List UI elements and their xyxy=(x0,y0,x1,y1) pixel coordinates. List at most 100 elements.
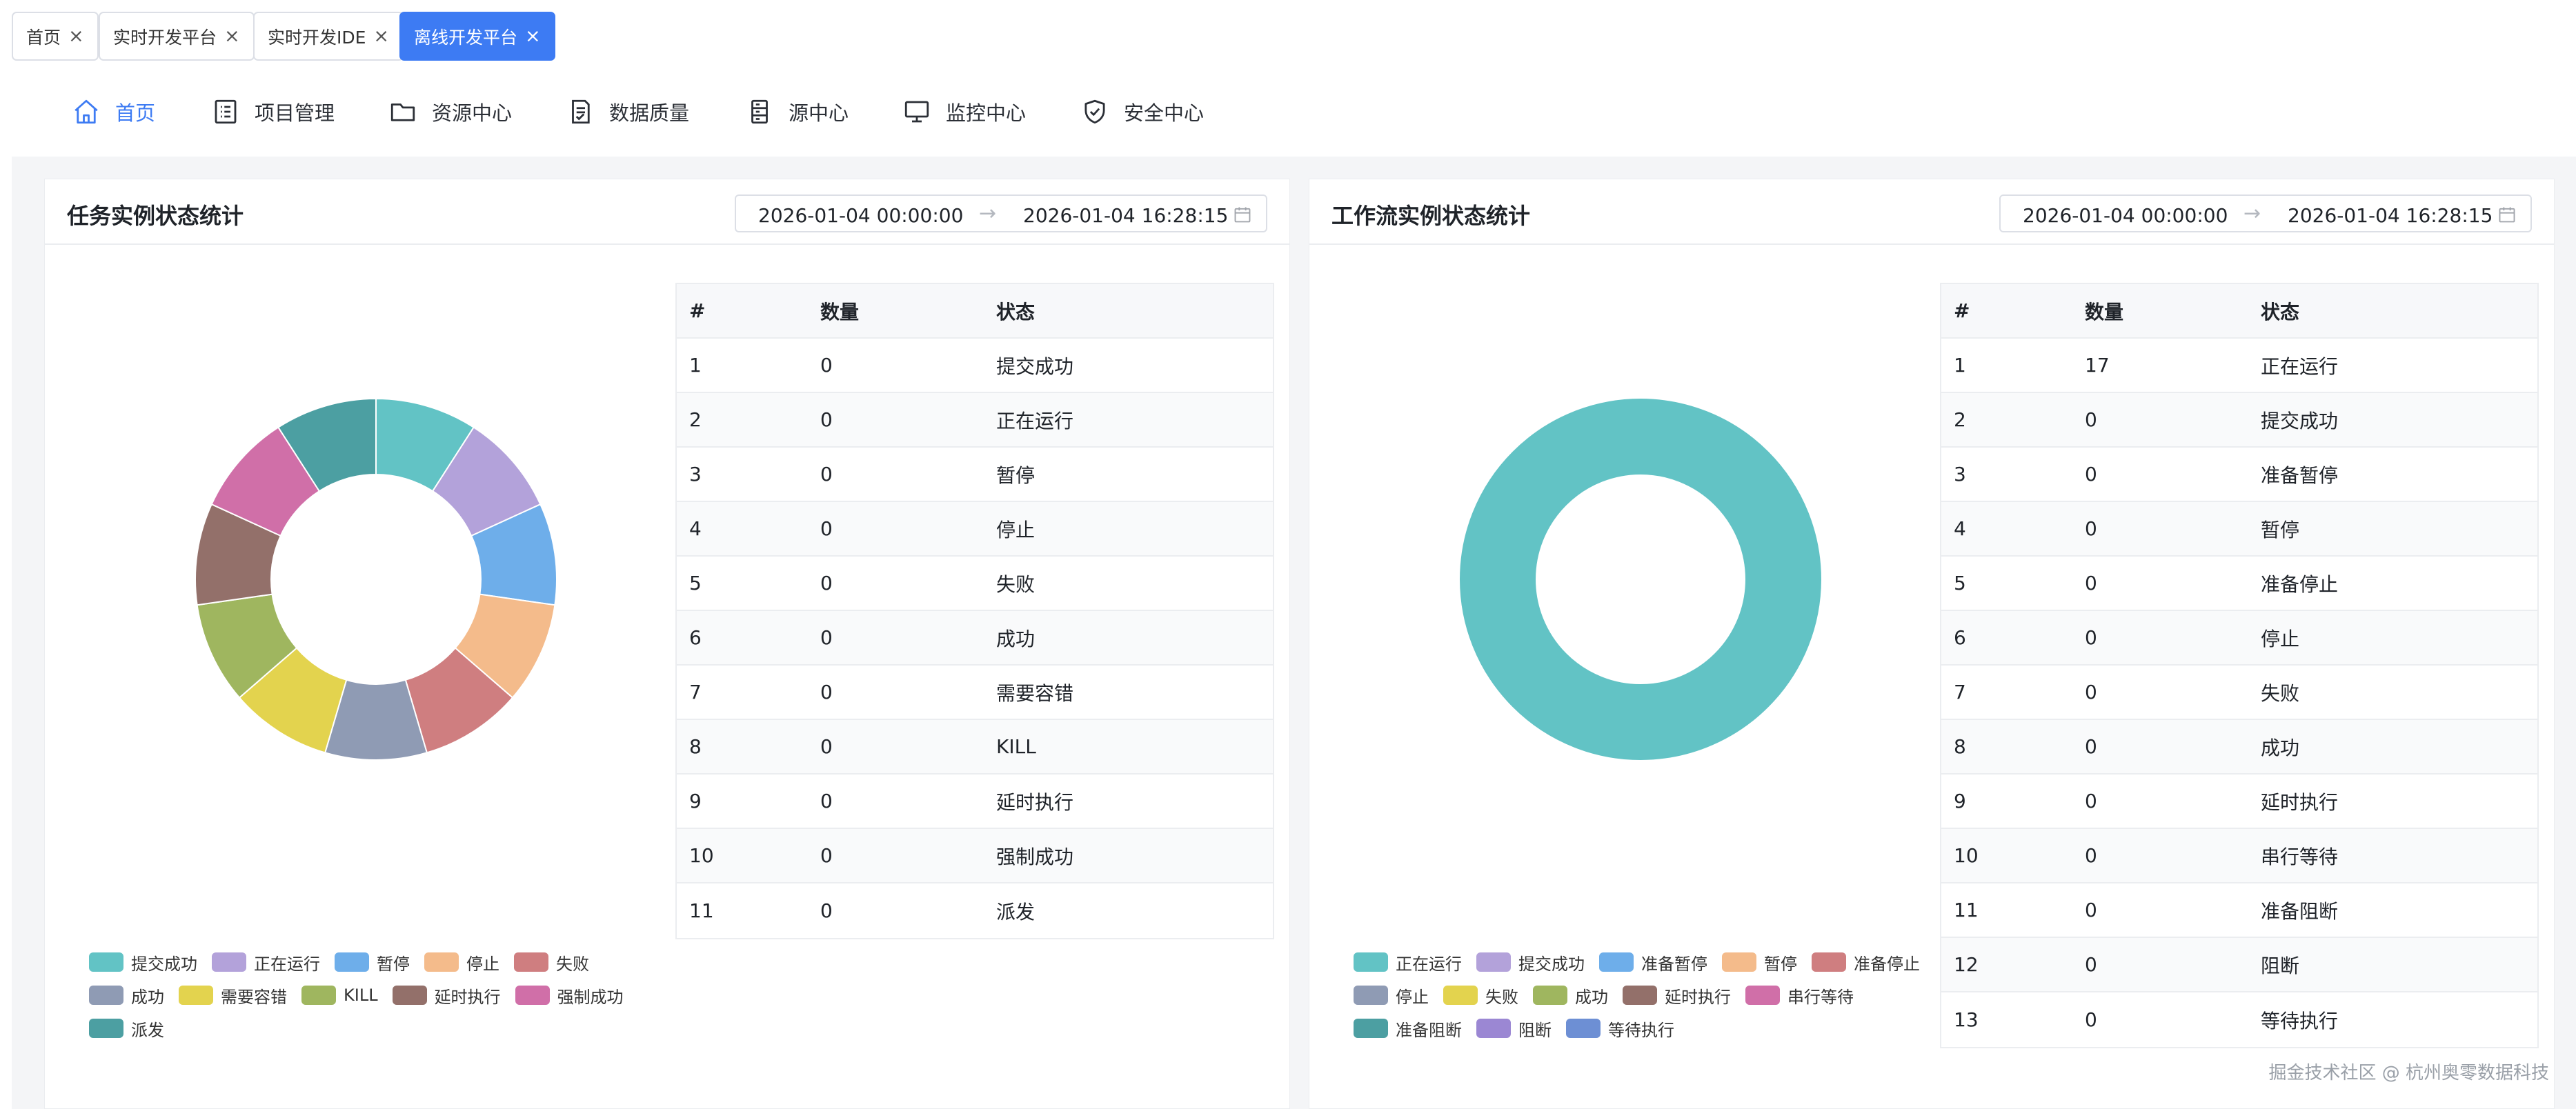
row-count-cell: 0 xyxy=(820,899,833,922)
table-header-row: # 数量 状态 xyxy=(677,284,1273,339)
legend-item[interactable]: 正在运行 xyxy=(1354,950,1462,975)
legend-item[interactable]: 正在运行 xyxy=(212,950,320,975)
panel-title: 任务实例状态统计 xyxy=(67,203,244,229)
legend-label: 延时执行 xyxy=(434,987,501,1007)
legend-row: 正在运行 提交成功 准备暂停 暂停 准备停止 xyxy=(1354,950,1934,975)
legend-label: 串行等待 xyxy=(1787,987,1854,1007)
legend-item[interactable]: 停止 xyxy=(1354,983,1429,1008)
row-status-cell: 提交成功 xyxy=(2261,409,2339,432)
tab-home[interactable]: 首页 × xyxy=(12,12,99,61)
column-header-index: # xyxy=(689,299,706,322)
row-index-cell: 1 xyxy=(1954,354,1966,377)
close-icon[interactable]: × xyxy=(525,27,541,46)
legend-item[interactable]: 提交成功 xyxy=(89,950,197,975)
row-count-cell: 0 xyxy=(2085,899,2097,921)
calendar-icon[interactable] xyxy=(1233,205,1252,224)
legend-item[interactable]: 准备暂停 xyxy=(1599,950,1707,975)
row-status-cell: 正在运行 xyxy=(2261,354,2339,378)
legend-item[interactable]: 延时执行 xyxy=(1623,983,1731,1008)
table-row: 1 17 正在运行 xyxy=(1941,339,2537,393)
legend-item[interactable]: 成功 xyxy=(89,983,164,1008)
legend-item[interactable]: 等待执行 xyxy=(1566,1017,1674,1041)
close-icon[interactable]: × xyxy=(373,27,389,46)
legend-item[interactable]: 延时执行 xyxy=(392,983,501,1008)
legend-item[interactable]: 强制成功 xyxy=(515,983,624,1008)
row-index-cell: 2 xyxy=(689,408,702,431)
table-row: 5 0 失败 xyxy=(677,557,1273,611)
legend-swatch xyxy=(1476,1019,1511,1038)
calendar-icon[interactable] xyxy=(2497,205,2517,224)
row-index-cell: 8 xyxy=(689,735,702,758)
legend-swatch xyxy=(212,952,246,972)
donut-slice-1[interactable] xyxy=(1460,399,1821,760)
date-range-picker[interactable]: 2026-01-04 00:00:00 → 2026-01-04 16:28:1… xyxy=(735,194,1267,232)
legend-item[interactable]: 串行等待 xyxy=(1745,983,1854,1008)
tab-label: 离线开发平台 xyxy=(414,27,518,48)
range-start[interactable]: 2026-01-04 00:00:00 xyxy=(2023,204,2228,227)
legend-row: 提交成功 正在运行 暂停 停止 失败 xyxy=(89,950,604,975)
legend-item[interactable]: 提交成功 xyxy=(1476,950,1585,975)
close-icon[interactable]: × xyxy=(224,27,240,46)
row-status-cell: 成功 xyxy=(996,627,1036,650)
column-header-count: 数量 xyxy=(2085,300,2124,323)
tab-strip: 首页 × 实时开发平台 × 实时开发IDE × 离线开发平台 × xyxy=(0,0,2576,69)
legend-item[interactable]: 停止 xyxy=(424,950,499,975)
legend-item[interactable]: 失败 xyxy=(514,950,589,975)
table-row: 6 0 停止 xyxy=(1941,611,2537,666)
nav-resources[interactable]: 资源中心 xyxy=(388,95,512,128)
legend-item[interactable]: 准备停止 xyxy=(1812,950,1920,975)
legend-row: 派发 xyxy=(89,1017,179,1041)
home-icon xyxy=(75,99,98,124)
row-index-cell: 4 xyxy=(689,517,702,540)
legend-swatch xyxy=(515,986,550,1005)
legend-item[interactable]: 阻断 xyxy=(1476,1017,1552,1041)
row-status-cell: 失败 xyxy=(2261,681,2300,705)
tab-realtime-platform[interactable]: 实时开发平台 × xyxy=(99,12,255,61)
row-status-cell: 准备阻断 xyxy=(2261,899,2339,923)
legend-item[interactable]: 失败 xyxy=(1443,983,1518,1008)
row-count-cell: 0 xyxy=(2085,681,2097,703)
row-status-cell: 正在运行 xyxy=(996,409,1074,432)
nav-source-center[interactable]: 源中心 xyxy=(745,95,849,128)
legend-item[interactable]: 派发 xyxy=(89,1017,164,1041)
legend-swatch xyxy=(1533,986,1567,1005)
row-count-cell: 0 xyxy=(2085,790,2097,812)
legend-item[interactable]: 需要容错 xyxy=(179,983,287,1008)
legend-swatch xyxy=(301,986,336,1005)
panel-header: 工作流实例状态统计 2026-01-04 00:00:00 → 2026-01-… xyxy=(1309,179,2554,245)
nav-projects[interactable]: 项目管理 xyxy=(211,95,335,128)
row-count-cell: 0 xyxy=(820,354,833,377)
tab-offline-platform[interactable]: 离线开发平台 × xyxy=(399,12,555,61)
row-index-cell: 5 xyxy=(689,572,702,595)
tab-realtime-ide[interactable]: 实时开发IDE × xyxy=(253,12,404,61)
legend-label: 暂停 xyxy=(1764,954,1797,974)
date-range-picker[interactable]: 2026-01-04 00:00:00 → 2026-01-04 16:28:1… xyxy=(1999,194,2532,232)
legend-item[interactable]: 成功 xyxy=(1533,983,1608,1008)
nav-data-quality[interactable]: 数据质量 xyxy=(566,95,689,128)
legend-row: 成功 需要容错 KILL 延时执行 强制成功 xyxy=(89,983,638,1008)
range-end[interactable]: 2026-01-04 16:28:15 xyxy=(1023,204,1228,227)
range-end[interactable]: 2026-01-04 16:28:15 xyxy=(2288,204,2493,227)
table-row: 11 0 派发 xyxy=(677,883,1273,938)
nav-security-center[interactable]: 安全中心 xyxy=(1080,95,1204,128)
monitor-icon xyxy=(904,101,929,123)
column-header-status: 状态 xyxy=(2261,300,2300,323)
legend-item[interactable]: KILL xyxy=(301,986,378,1005)
range-start[interactable]: 2026-01-04 00:00:00 xyxy=(758,204,963,227)
legend-item[interactable]: 暂停 xyxy=(1722,950,1797,975)
row-status-cell: 派发 xyxy=(996,900,1036,923)
table-row: 12 0 阻断 xyxy=(1941,938,2537,992)
nav-monitor-center[interactable]: 监控中心 xyxy=(902,95,1026,128)
row-count-cell: 0 xyxy=(2085,844,2097,867)
legend-label: 失败 xyxy=(556,954,589,974)
nav-home[interactable]: 首页 xyxy=(72,95,155,128)
nav-label: 资源中心 xyxy=(432,101,513,125)
legend-swatch xyxy=(392,986,427,1005)
row-status-cell: 延时执行 xyxy=(2261,790,2339,814)
legend-item[interactable]: 准备阻断 xyxy=(1354,1017,1462,1041)
nav-label: 数据质量 xyxy=(609,101,690,125)
close-icon[interactable]: × xyxy=(68,27,84,46)
row-status-cell: 阻断 xyxy=(2261,954,2300,977)
legend-item[interactable]: 暂停 xyxy=(335,950,410,975)
nav-label: 源中心 xyxy=(789,101,849,125)
